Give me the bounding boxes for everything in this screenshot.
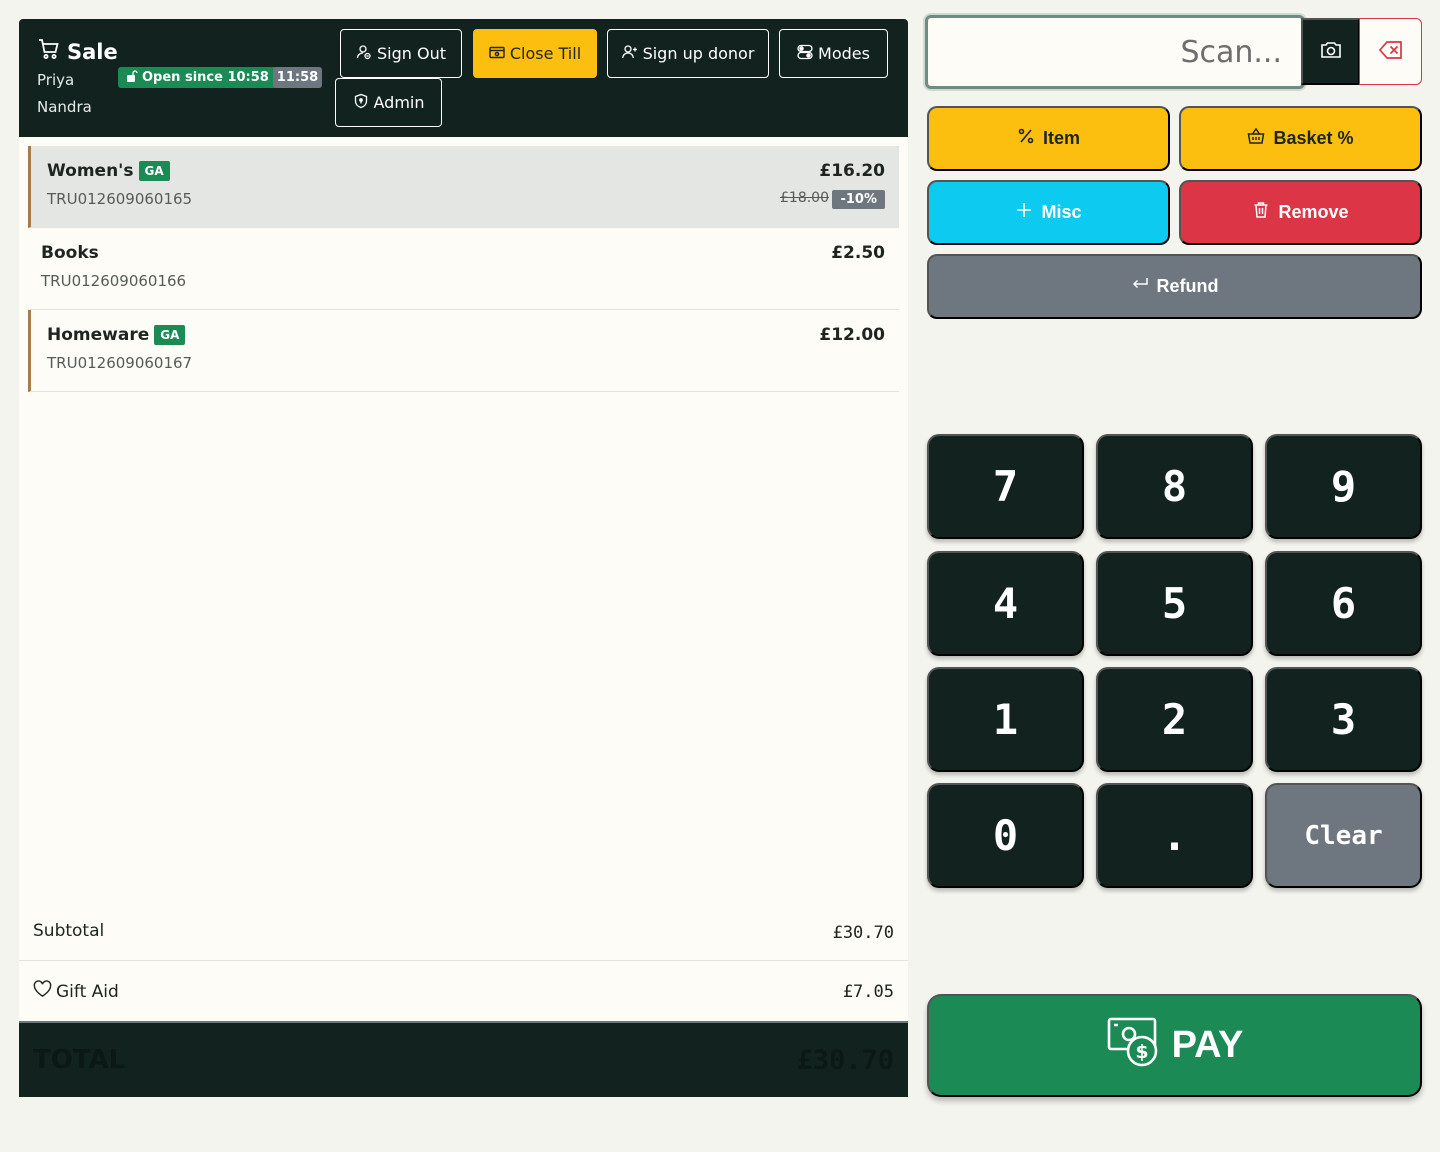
refund-label: Refund [1156,276,1219,296]
item-price: £2.50 [831,243,885,263]
gift-aid-row: Gift Aid £7.05 [19,962,908,1020]
backspace-button[interactable] [1359,18,1422,85]
modes-button[interactable]: Modes [779,29,888,78]
item-discount-button[interactable]: Item [927,106,1170,171]
remove-label: Remove [1278,202,1349,222]
keypad-key-4[interactable]: 4 [927,551,1084,656]
till-open-badge: Open since 10:58 [118,67,277,88]
misc-label: Misc [1041,202,1082,222]
item-price: £12.00 [819,325,885,345]
return-arrow-icon [1131,275,1149,298]
item-name-text: Women's [47,161,134,181]
item-name: Homeware GA [47,325,186,345]
subtotal-value: £30.70 [832,923,894,943]
cash-register-icon [489,44,505,64]
sale-header: Sale Priya Nandra Open since 10:58 11:58… [19,19,908,137]
keypad-key-8[interactable]: 8 [1096,434,1253,539]
sale-panel: Sale Priya Nandra Open since 10:58 11:58… [19,19,908,1097]
scan-input[interactable] [928,18,1302,86]
item-code: TRU012609060167 [47,354,193,372]
item-name: Women's GA [47,161,170,181]
close-till-label: Close Till [509,44,582,63]
page-title-text: Sale [67,39,118,64]
shield-icon [353,93,369,113]
item-name-text: Homeware [47,325,150,345]
heart-icon [33,980,52,1003]
remove-button[interactable]: Remove [1179,180,1422,245]
keypad-clear-button[interactable]: Clear [1265,783,1422,888]
item-original-price: £18.00 [780,190,829,206]
keypad-key-9[interactable]: 9 [1265,434,1422,539]
user-last-name: Nandra [37,98,92,116]
toggles-icon [797,44,813,64]
backspace-icon [1378,37,1404,66]
gift-aid-label-text: Gift Aid [56,981,119,1002]
gift-aid-tag: GA [138,161,170,181]
sign-up-donor-label: Sign up donor [642,44,755,63]
svg-text:$: $ [1135,1041,1148,1063]
modes-label: Modes [818,44,870,63]
total-bar: TOTAL £30.70 [19,1021,908,1097]
item-code: TRU012609060165 [47,190,193,208]
cash-payment-icon: $ [1106,1013,1162,1079]
till-open-text: Open since 10:58 [142,70,269,85]
close-till-button[interactable]: Close Till [473,29,597,78]
item-name-text: Books [41,243,99,263]
keypad-key-6[interactable]: 6 [1265,551,1422,656]
admin-label: Admin [373,93,425,112]
subtotal-label: Subtotal [33,921,105,941]
basket-discount-label: Basket % [1273,128,1354,148]
gift-aid-tag: GA [154,325,186,345]
keypad-key-2[interactable]: 2 [1096,667,1253,772]
admin-button[interactable]: Admin [335,78,442,127]
plus-icon [1015,201,1033,224]
unlock-icon [126,69,138,86]
clock-badge: 11:58 [273,67,322,88]
sign-out-label: Sign Out [377,44,446,63]
basket-item[interactable]: Women's GA TRU012609060165 £16.20 £18.00… [28,146,899,228]
gift-aid-value: £7.05 [842,982,894,1002]
user-minus-icon [356,44,372,64]
cart-icon [37,37,61,66]
camera-scan-button[interactable] [1301,18,1360,85]
basket-icon [1247,127,1265,150]
keypad-key-1[interactable]: 1 [927,667,1084,772]
total-label: TOTAL [33,1045,126,1075]
refund-button[interactable]: Refund [927,254,1422,319]
page-title: Sale [37,37,118,66]
item-discount-label: Item [1042,128,1080,148]
item-price: £16.20 [819,161,885,181]
percent-icon [1017,127,1035,150]
scan-field[interactable] [925,15,1305,89]
basket-discount-button[interactable]: Basket % [1179,106,1422,171]
sign-up-donor-button[interactable]: Sign up donor [607,29,769,78]
basket-item[interactable]: Books TRU012609060166 £2.50 [28,228,899,310]
basket-item[interactable]: Homeware GA TRU012609060167 £12.00 [28,310,899,392]
user-plus-icon [621,44,638,64]
user-first-name: Priya [37,71,75,89]
discount-badge: -10% [832,190,885,209]
misc-button[interactable]: Misc [927,180,1170,245]
keypad-key-3[interactable]: 3 [1265,667,1422,772]
trash-icon [1252,201,1270,224]
keypad-key-5[interactable]: 5 [1096,551,1253,656]
keypad-key-7[interactable]: 7 [927,434,1084,539]
gift-aid-label: Gift Aid [33,980,119,1003]
camera-icon [1319,38,1343,65]
item-code: TRU012609060166 [41,272,187,290]
user-name: Priya Nandra [37,67,117,121]
pay-label: PAY [1171,1024,1244,1066]
item-name: Books [41,243,99,263]
subtotal-row: Subtotal £30.70 [19,903,908,961]
keypad-key-0[interactable]: 0 [927,783,1084,888]
total-value: £30.70 [796,1045,894,1076]
keypad-key-decimal[interactable]: . [1096,783,1253,888]
sign-out-button[interactable]: Sign Out [340,29,462,78]
pay-button[interactable]: $ PAY [927,994,1422,1097]
